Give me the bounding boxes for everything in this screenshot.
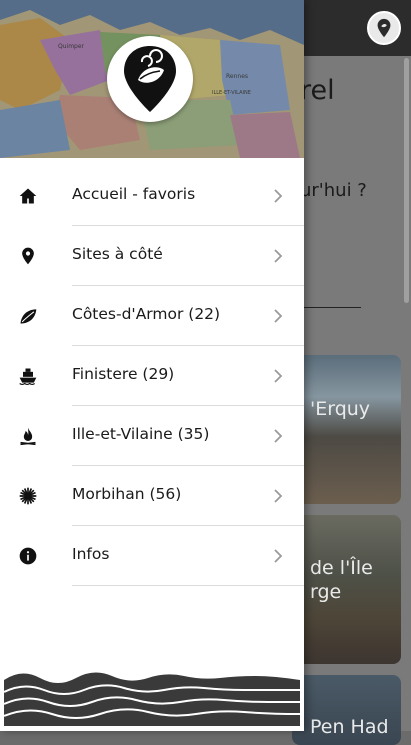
site-card-title: de l'Île rge: [310, 557, 373, 603]
boat-icon: [18, 366, 38, 386]
drawer-menu: Accueil - favoris Sites à côté Côtes-d'A…: [0, 166, 304, 586]
scrollbar[interactable]: [404, 58, 409, 303]
menu-item-finistere[interactable]: Finistere (29): [0, 346, 304, 406]
menu-item-label: Infos: [72, 545, 110, 563]
menu-item-label: Ille-et-Vilaine (35): [72, 425, 210, 443]
site-card-title: 'Erquy: [310, 398, 371, 420]
menu-item-label: Finistere (29): [72, 365, 175, 383]
flame-icon: [18, 426, 38, 446]
sun-burst-icon: [18, 486, 38, 506]
home-icon: [18, 186, 38, 206]
menu-divider: [72, 585, 304, 586]
info-icon: [18, 546, 38, 566]
logo-icon: [377, 18, 391, 38]
background-heading: rel: [300, 75, 335, 106]
chevron-right-icon: [274, 249, 283, 263]
background-divider: [300, 307, 361, 308]
menu-item-label: Accueil - favoris: [72, 185, 196, 203]
leaf-icon: [18, 306, 38, 326]
menu-item-sites-a-cote[interactable]: Sites à côté: [0, 226, 304, 286]
chevron-right-icon: [274, 489, 283, 503]
app-logo: [107, 36, 193, 122]
menu-item-label: Côtes-d'Armor (22): [72, 305, 221, 323]
site-card[interactable]: 'Erquy: [292, 355, 401, 504]
site-card[interactable]: Pen Had: [292, 675, 401, 745]
chevron-right-icon: [274, 429, 283, 443]
menu-item-ille-et-vilaine[interactable]: Ille-et-Vilaine (35): [0, 406, 304, 466]
menu-item-cotes-d-armor[interactable]: Côtes-d'Armor (22): [0, 286, 304, 346]
chevron-right-icon: [274, 549, 283, 563]
logo-icon: [124, 46, 176, 112]
chevron-right-icon: [274, 369, 283, 383]
menu-item-infos[interactable]: Infos: [0, 526, 304, 586]
navigation-drawer: Quimper Rennes ILLE-ET-VILAINE Accueil -…: [0, 0, 304, 731]
menu-item-label: Morbihan (56): [72, 485, 182, 503]
site-card[interactable]: de l'Île rge: [292, 515, 401, 664]
menu-item-morbihan[interactable]: Morbihan (56): [0, 466, 304, 526]
site-card-title: Pen Had: [310, 716, 389, 738]
app-logo-button[interactable]: [367, 11, 401, 45]
menu-item-label: Sites à côté: [72, 245, 163, 263]
chevron-right-icon: [274, 309, 283, 323]
chevron-right-icon: [274, 189, 283, 203]
waves-decoration: [4, 672, 300, 726]
drawer-header: Quimper Rennes ILLE-ET-VILAINE: [0, 0, 304, 158]
menu-item-accueil-favoris[interactable]: Accueil - favoris: [0, 166, 304, 226]
background-question: ur'hui ?: [300, 180, 367, 201]
location-pin-icon: [18, 246, 38, 266]
